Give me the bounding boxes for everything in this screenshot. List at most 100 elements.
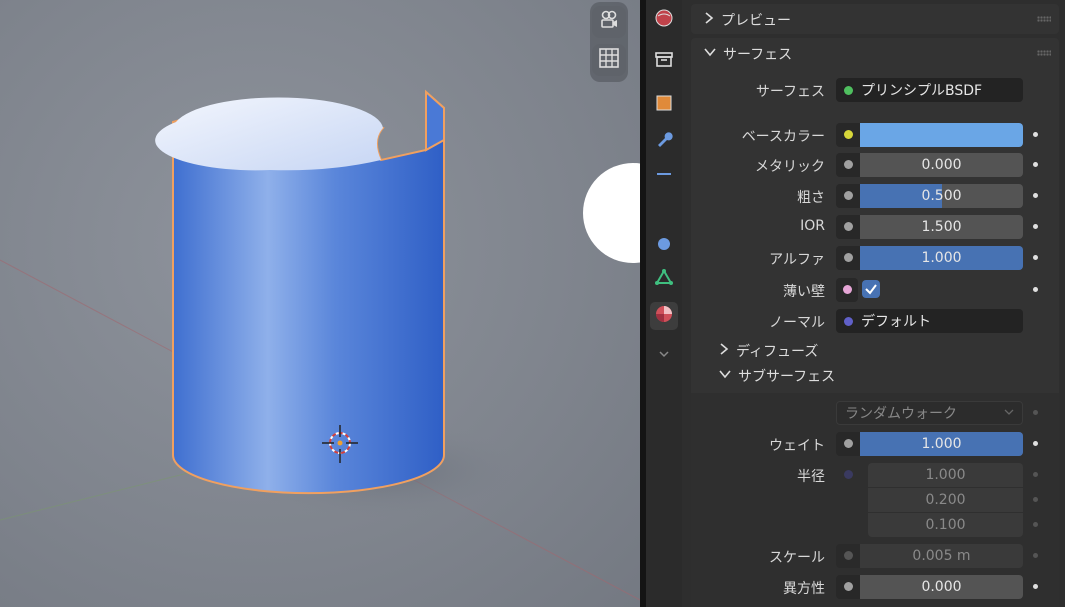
radius-label: 半径	[797, 469, 825, 485]
keyframe-dot-icon[interactable]	[1033, 193, 1038, 198]
keyframe-dot-icon[interactable]	[1033, 522, 1038, 527]
keyframe-dot-icon[interactable]	[1033, 287, 1038, 292]
shader-row: サーフェス プリンシプルBSDF	[682, 78, 1065, 102]
keyframe-dot-icon[interactable]	[1033, 410, 1038, 415]
value-socket-icon	[844, 551, 853, 560]
preview-panel-header[interactable]: プレビュー	[703, 10, 791, 30]
alpha-value: 1.000	[921, 250, 962, 266]
thin-wall-socket[interactable]	[836, 278, 858, 302]
tab-modifiers[interactable]	[650, 127, 678, 155]
radius-socket[interactable]	[836, 463, 860, 487]
radius-x-field[interactable]: 1.000	[868, 463, 1023, 487]
keyframe-dot-icon[interactable]	[1033, 472, 1038, 477]
alpha-label: アルファ	[769, 252, 825, 268]
physics-icon	[654, 234, 674, 258]
alpha-slider[interactable]: 1.000	[860, 246, 1023, 270]
chevron-right-icon	[718, 342, 730, 360]
value-socket-icon	[844, 253, 853, 262]
thin-wall-checkbox[interactable]	[862, 280, 880, 298]
chevron-down-icon	[657, 347, 671, 365]
keyframe-dot-icon[interactable]	[1033, 162, 1038, 167]
subsurface-anisotropy-row: 異方性 0.000	[682, 575, 1065, 599]
camera-view-button[interactable]	[592, 6, 626, 38]
ior-socket[interactable]	[836, 215, 860, 239]
keyframe-dot-icon[interactable]	[1033, 497, 1038, 502]
scale-label: スケール	[769, 550, 825, 566]
keyframe-dot-icon[interactable]	[1033, 255, 1038, 260]
subsurface-method-dropdown[interactable]: ランダムウォーク	[836, 401, 1023, 425]
tab-data[interactable]	[650, 266, 678, 294]
tab-object[interactable]	[650, 91, 678, 119]
particles-icon	[654, 160, 674, 184]
subsurface-method-row: ランダムウォーク	[682, 401, 1065, 425]
bool-socket-icon	[843, 285, 852, 294]
radius-z-field[interactable]: 0.100	[868, 513, 1023, 537]
scale-field[interactable]: 0.005 m	[860, 544, 1023, 568]
subsurface-method-value: ランダムウォーク	[845, 406, 957, 422]
ior-row: IOR 1.500	[682, 215, 1065, 239]
alpha-socket[interactable]	[836, 246, 860, 270]
3d-viewport[interactable]	[0, 0, 640, 607]
keyframe-dot-icon[interactable]	[1033, 441, 1038, 446]
roughness-row: 粗さ 0.500	[682, 184, 1065, 208]
anisotropy-socket[interactable]	[836, 575, 860, 599]
base-color-label: ベースカラー	[741, 129, 825, 145]
base-color-row: ベースカラー	[682, 123, 1065, 147]
drag-grip-icon[interactable]	[1037, 50, 1051, 56]
roughness-slider[interactable]: 0.500	[860, 184, 1023, 208]
tabs-more[interactable]	[650, 342, 678, 370]
viewport-scene	[0, 89, 640, 601]
weight-socket[interactable]	[836, 432, 860, 456]
vector-socket-icon	[844, 470, 853, 479]
tab-world[interactable]	[650, 6, 678, 34]
roughness-socket[interactable]	[836, 184, 860, 208]
weight-label: ウェイト	[769, 438, 825, 454]
object-icon	[654, 93, 674, 117]
cylinder-seam-flap	[425, 89, 445, 152]
tab-particles[interactable]	[650, 158, 678, 186]
anisotropy-value: 0.000	[921, 579, 962, 595]
preview-panel[interactable]: プレビュー	[691, 4, 1059, 34]
tab-physics[interactable]	[650, 232, 678, 260]
object-data-icon	[654, 49, 674, 73]
chevron-down-icon	[703, 46, 717, 62]
keyframe-dot-icon[interactable]	[1033, 132, 1038, 137]
metallic-slider[interactable]: 0.000	[860, 153, 1023, 177]
grid-icon	[598, 47, 620, 73]
thin-wall-label: 薄い壁	[783, 284, 825, 300]
keyframe-dot-icon[interactable]	[1033, 553, 1038, 558]
color-socket-icon	[844, 130, 853, 139]
chevron-down-icon	[718, 368, 732, 384]
tab-material[interactable]	[650, 302, 678, 330]
normal-label: ノーマル	[769, 315, 825, 331]
base-color-swatch[interactable]	[860, 123, 1023, 147]
diffuse-subpanel-header[interactable]: ディフューズ	[718, 341, 818, 361]
keyframe-dot-icon[interactable]	[1033, 584, 1038, 589]
chevron-right-icon	[703, 11, 715, 29]
surface-panel-header[interactable]: サーフェス	[703, 44, 792, 64]
scale-socket[interactable]	[836, 544, 860, 568]
shader-selector[interactable]: プリンシプルBSDF	[836, 78, 1023, 102]
normal-selector[interactable]: デフォルト	[836, 309, 1023, 333]
roughness-label: 粗さ	[797, 190, 825, 206]
tab-collection[interactable]	[650, 47, 678, 75]
radius-x-value: 1.000	[925, 467, 966, 483]
material-icon	[654, 304, 674, 328]
keyframe-dot-icon[interactable]	[1033, 224, 1038, 229]
anisotropy-slider[interactable]: 0.000	[860, 575, 1023, 599]
drag-grip-icon[interactable]	[1037, 16, 1051, 22]
value-socket-icon	[844, 582, 853, 591]
metallic-socket[interactable]	[836, 153, 860, 177]
subsurface-label: サブサーフェス	[738, 369, 836, 385]
radius-y-value: 0.200	[925, 492, 966, 508]
weight-slider[interactable]: 1.000	[860, 432, 1023, 456]
scale-value: 0.005 m	[912, 548, 971, 564]
thin-wall-row: 薄い壁	[682, 278, 1065, 302]
ortho-toggle-button[interactable]	[592, 44, 626, 76]
base-color-socket[interactable]	[836, 123, 860, 147]
metallic-value: 0.000	[921, 157, 962, 173]
subsurface-subpanel-header[interactable]: サブサーフェス	[718, 366, 835, 386]
radius-y-field[interactable]: 0.200	[868, 488, 1023, 512]
vector-socket-icon	[844, 316, 853, 326]
ior-field[interactable]: 1.500	[860, 215, 1023, 239]
